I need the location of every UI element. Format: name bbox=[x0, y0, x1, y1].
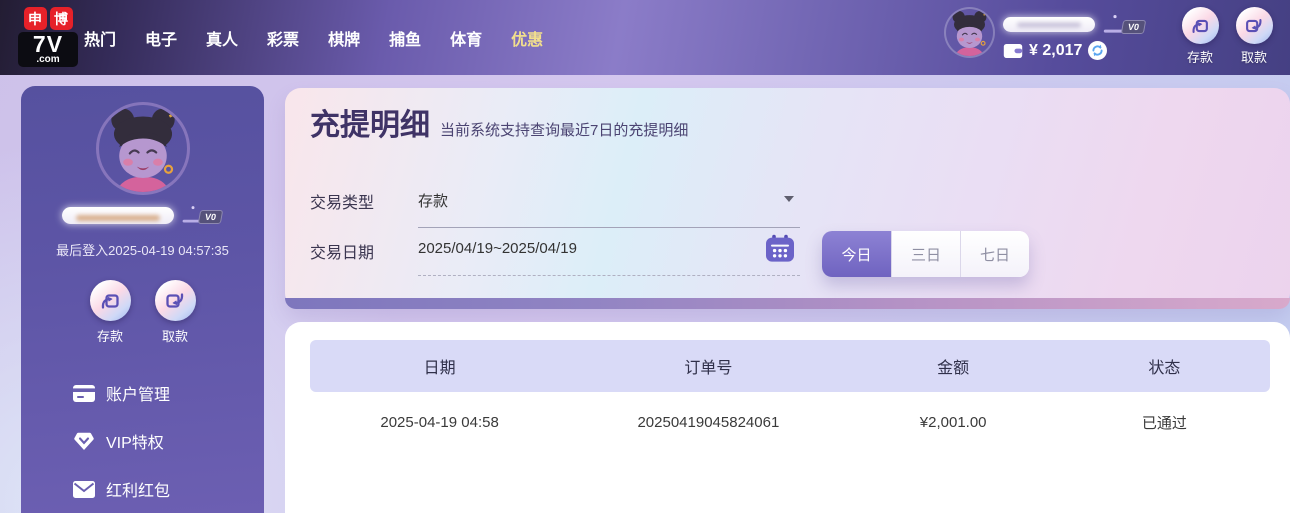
nav-user-cluster: V0 ¥ 2,017 bbox=[946, 9, 1147, 60]
table-header: 日期 订单号 金额 状态 bbox=[310, 340, 1270, 392]
transaction-type-select[interactable]: 存款 bbox=[418, 190, 800, 228]
sidebar-item-vip[interactable]: VIP特权 bbox=[73, 417, 264, 465]
nav-withdraw-button[interactable]: 取款 bbox=[1232, 7, 1276, 66]
sidebar-quick-actions: 存款 取款 bbox=[89, 280, 196, 345]
transaction-type-value: 存款 bbox=[418, 193, 449, 210]
nav-user-info: V0 ¥ 2,017 bbox=[1003, 9, 1147, 60]
cell-order-number: 20250419045824061 bbox=[637, 413, 780, 431]
page-subtitle: 当前系统支持查询最近7日的充提明细 bbox=[440, 122, 689, 139]
chevron-down-icon bbox=[784, 196, 794, 202]
logo-tile-bo: 博 bbox=[49, 7, 73, 30]
range-7day-button[interactable]: 七日 bbox=[960, 231, 1029, 277]
nav-item-hot[interactable]: 热门 bbox=[84, 26, 116, 50]
nav-item-cards[interactable]: 棋牌 bbox=[328, 26, 360, 50]
range-today-button[interactable]: 今日 bbox=[822, 231, 891, 277]
filter-panel: 充提明细 当前系统支持查询最近7日的充提明细 交易类型 存款 交易日期 2025… bbox=[285, 88, 1290, 309]
main-nav-menu: 热门 电子 真人 彩票 棋牌 捕鱼 体育 优惠 bbox=[84, 0, 543, 75]
transaction-date-field[interactable]: 2025/04/19~2025/04/19 bbox=[418, 234, 800, 276]
calendar-icon[interactable] bbox=[766, 234, 794, 262]
vip-gem-icon bbox=[74, 432, 94, 450]
sidebar-item-label: 红利红包 bbox=[106, 483, 171, 500]
top-navbar: 申 博 7V .com 热门 电子 真人 彩票 棋牌 捕鱼 体育 优惠 V0 ¥… bbox=[0, 0, 1290, 75]
avatar[interactable] bbox=[946, 9, 993, 56]
sidebar-username-redacted bbox=[62, 206, 175, 224]
sidebar-item-bonus[interactable]: 红利红包 bbox=[73, 465, 264, 513]
logo-suffix: .com bbox=[36, 54, 60, 65]
username-redacted bbox=[1003, 17, 1095, 32]
logo-brand: 7V bbox=[32, 31, 64, 57]
sidebar-item-account[interactable]: 账户管理 bbox=[73, 369, 264, 417]
vip-level-tag: V0 bbox=[1120, 20, 1147, 34]
nav-withdraw-label: 取款 bbox=[1240, 50, 1267, 65]
page-title: 充提明细 bbox=[310, 109, 430, 142]
column-header-order: 订单号 bbox=[684, 360, 733, 377]
cell-date: 2025-04-19 04:58 bbox=[380, 413, 499, 431]
last-login-text: 最后登入2025-04-19 04:57:35 bbox=[56, 243, 229, 258]
cell-status: 已通过 bbox=[1141, 414, 1187, 432]
nav-item-promo[interactable]: 优惠 bbox=[511, 26, 543, 50]
column-header-amount: 金额 bbox=[937, 360, 970, 377]
vip-badge: V0 bbox=[1101, 14, 1147, 35]
sidebar-deposit-button[interactable]: 存款 bbox=[89, 280, 131, 345]
logo-tiles: 申 博 bbox=[18, 7, 78, 30]
withdraw-icon bbox=[1243, 15, 1265, 37]
sidebar-withdraw-button[interactable]: 取款 bbox=[154, 280, 196, 345]
sidebar-menu: 账户管理 VIP特权 红利红包 bbox=[21, 369, 264, 513]
wallet-icon bbox=[1003, 43, 1023, 58]
nav-deposit-label: 存款 bbox=[1186, 50, 1213, 65]
nav-item-slots[interactable]: 电子 bbox=[145, 26, 177, 50]
transaction-date-label: 交易日期 bbox=[310, 245, 375, 262]
logo-box: 7V .com bbox=[18, 32, 78, 67]
withdraw-icon bbox=[163, 289, 187, 313]
nav-item-lottery[interactable]: 彩票 bbox=[267, 26, 299, 50]
sidebar-deposit-label: 存款 bbox=[96, 329, 123, 344]
date-range-group: 今日 三日 七日 bbox=[822, 231, 1029, 277]
records-panel: 日期 订单号 金额 状态 2025-04-19 04:58 2025041904… bbox=[285, 322, 1290, 513]
sidebar: V0 最后登入2025-04-19 04:57:35 存款 取款 账户管理 VI… bbox=[21, 86, 264, 513]
balance-amount: ¥ 2,017 bbox=[1029, 41, 1083, 59]
refresh-balance-icon[interactable] bbox=[1088, 41, 1108, 60]
transaction-date-value: 2025/04/19~2025/04/19 bbox=[418, 240, 577, 257]
logo-tile-shen: 申 bbox=[23, 7, 47, 30]
deposit-icon bbox=[1189, 15, 1211, 37]
sidebar-withdraw-label: 取款 bbox=[161, 329, 188, 344]
red-envelope-icon bbox=[73, 480, 95, 498]
nav-item-sports[interactable]: 体育 bbox=[450, 26, 482, 50]
column-header-date: 日期 bbox=[423, 360, 456, 377]
sidebar-vip-badge: V0 bbox=[180, 205, 224, 225]
nav-item-live[interactable]: 真人 bbox=[206, 26, 238, 50]
deposit-icon bbox=[98, 289, 122, 313]
sidebar-item-label: VIP特权 bbox=[106, 435, 164, 452]
sidebar-item-label: 账户管理 bbox=[106, 387, 171, 404]
range-3day-button[interactable]: 三日 bbox=[891, 231, 960, 277]
nav-deposit-button[interactable]: 存款 bbox=[1178, 7, 1222, 66]
sidebar-vip-level-tag: V0 bbox=[198, 210, 224, 224]
sidebar-avatar bbox=[99, 105, 187, 192]
transaction-type-label: 交易类型 bbox=[310, 195, 375, 212]
cell-amount: ¥2,001.00 bbox=[919, 413, 987, 431]
bank-card-icon bbox=[73, 384, 95, 402]
column-header-status: 状态 bbox=[1148, 360, 1181, 377]
site-logo[interactable]: 申 博 7V .com bbox=[18, 7, 78, 67]
balance-line: ¥ 2,017 bbox=[1003, 41, 1145, 60]
nav-item-fishing[interactable]: 捕鱼 bbox=[389, 26, 421, 50]
table-row: 2025-04-19 04:58 20250419045824061 ¥2,00… bbox=[310, 392, 1270, 452]
